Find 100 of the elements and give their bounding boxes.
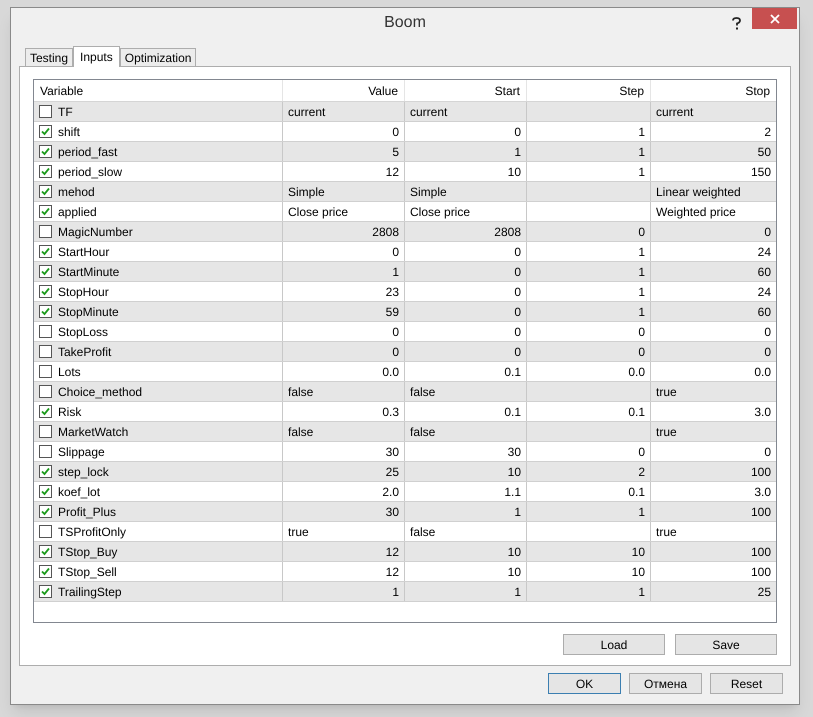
checkbox[interactable] [39, 245, 52, 258]
dialog-button[interactable]: OK [548, 673, 621, 694]
table-row[interactable]: Profit_Plus 30 1 1 100 [34, 502, 776, 522]
table-row[interactable]: TStop_Buy 12 10 10 100 [34, 542, 776, 562]
checkbox[interactable] [39, 505, 52, 518]
table-row[interactable]: Lots 0.0 0.1 0.0 0.0 [34, 362, 776, 382]
table-cell-text: 30 [386, 444, 399, 460]
tab[interactable]: Inputs [73, 46, 120, 67]
checkbox[interactable] [39, 405, 52, 418]
table-cell-text: 0 [514, 244, 521, 260]
table-cell-text: 25 [758, 584, 771, 600]
table-cell-text: 2 [638, 464, 645, 480]
checkbox[interactable] [39, 125, 52, 138]
table-cell-text: 0 [764, 344, 771, 360]
checkbox[interactable] [39, 185, 52, 198]
table-cell-text: 1 [514, 144, 521, 160]
table-cell-text: 0 [764, 444, 771, 460]
table-cell-text: 1 [638, 264, 645, 280]
table-cell-text: 0.1 [504, 404, 521, 420]
variable-name: TStop_Sell [58, 564, 117, 580]
tab[interactable]: Testing [25, 48, 74, 66]
checkbox[interactable] [39, 305, 52, 318]
table-cell-text: 10 [508, 464, 521, 480]
table-row[interactable]: StopHour 23 0 1 24 [34, 282, 776, 302]
checkbox[interactable] [39, 165, 52, 178]
dialog-button[interactable]: Отмена [629, 673, 702, 694]
table-row[interactable]: MagicNumber 2808 2808 0 0 [34, 222, 776, 242]
checkbox[interactable] [39, 285, 52, 298]
checkbox[interactable] [39, 365, 52, 378]
checkbox[interactable] [39, 425, 52, 438]
table-row[interactable]: period_slow 12 10 1 150 [34, 162, 776, 182]
table-cell-text: 0 [514, 324, 521, 340]
table-cell-text: false [410, 384, 436, 400]
check-icon [41, 207, 50, 216]
table-row[interactable]: TSProfitOnly true false true [34, 522, 776, 542]
table-cell-text: 0 [514, 304, 521, 320]
table-cell-text: current [410, 104, 448, 120]
table-row[interactable]: StartHour 0 0 1 24 [34, 242, 776, 262]
dialog-button[interactable]: Reset [710, 673, 783, 694]
table-cell-text: 2808 [372, 224, 399, 240]
panel-button[interactable]: Load [563, 634, 665, 655]
close-button[interactable] [752, 8, 797, 29]
panel-button[interactable]: Save [675, 634, 777, 655]
table-cell-text: 100 [750, 504, 771, 520]
checkbox[interactable] [39, 565, 52, 578]
variable-name: TakeProfit [58, 344, 112, 360]
variable-name: Profit_Plus [58, 504, 116, 520]
checkbox[interactable] [39, 325, 52, 338]
check-icon [41, 547, 50, 556]
column-header: Stop [745, 82, 770, 100]
table-row[interactable]: applied Close price Close price Weighted price [34, 202, 776, 222]
table-cell-text: 0 [392, 344, 399, 360]
table-cell-text: 0.1 [628, 484, 645, 500]
variable-name: TrailingStep [58, 584, 122, 600]
tab[interactable]: Optimization [120, 48, 196, 66]
checkbox[interactable] [39, 385, 52, 398]
table-cell-text: 12 [386, 544, 399, 560]
checkbox[interactable] [39, 585, 52, 598]
table-cell-text: 0 [392, 124, 399, 140]
table-row[interactable]: TF current current current [34, 102, 776, 122]
help-icon[interactable] [732, 17, 741, 30]
checkbox[interactable] [39, 545, 52, 558]
table-cell-text: 2 [764, 124, 771, 140]
table-cell-text: 0 [514, 264, 521, 280]
checkbox[interactable] [39, 485, 52, 498]
variable-name: StartMinute [58, 264, 120, 280]
checkbox[interactable] [39, 225, 52, 238]
table-cell-text: 0.0 [628, 364, 645, 380]
table-row[interactable]: TrailingStep 1 1 1 25 [34, 582, 776, 602]
table-row[interactable]: mehod Simple Simple Linear weighted [34, 182, 776, 202]
table-row[interactable]: MarketWatch false false true [34, 422, 776, 442]
checkbox[interactable] [39, 445, 52, 458]
variable-name: step_lock [58, 464, 109, 480]
table-row[interactable]: TakeProfit 0 0 0 0 [34, 342, 776, 362]
table-row[interactable]: Choice_method false false true [34, 382, 776, 402]
table-cell-text: 60 [758, 304, 771, 320]
checkbox[interactable] [39, 345, 52, 358]
table-row[interactable]: StopMinute 59 0 1 60 [34, 302, 776, 322]
table-row[interactable]: StopLoss 0 0 0 0 [34, 322, 776, 342]
table-row[interactable]: period_fast 5 1 1 50 [34, 142, 776, 162]
table-row[interactable]: koef_lot 2.0 1.1 0.1 3.0 [34, 482, 776, 502]
checkbox[interactable] [39, 525, 52, 538]
table-row[interactable]: step_lock 25 10 2 100 [34, 462, 776, 482]
window-title: Boom [384, 13, 426, 33]
checkbox[interactable] [39, 465, 52, 478]
table-row[interactable]: Risk 0.3 0.1 0.1 3.0 [34, 402, 776, 422]
table-cell-text: 0 [638, 324, 645, 340]
table-cell-text: 3.0 [754, 484, 771, 500]
checkbox[interactable] [39, 145, 52, 158]
table-row[interactable]: shift 0 0 1 2 [34, 122, 776, 142]
checkbox[interactable] [39, 265, 52, 278]
table-cell-text: 10 [508, 544, 521, 560]
table-cell-text: 30 [386, 504, 399, 520]
table-row[interactable]: TStop_Sell 12 10 10 100 [34, 562, 776, 582]
table-row[interactable]: Slippage 30 30 0 0 [34, 442, 776, 462]
checkbox[interactable] [39, 205, 52, 218]
checkbox[interactable] [39, 105, 52, 118]
table-cell-text: 23 [386, 284, 399, 300]
table-cell-text: Close price [288, 204, 348, 220]
table-row[interactable]: StartMinute 1 0 1 60 [34, 262, 776, 282]
